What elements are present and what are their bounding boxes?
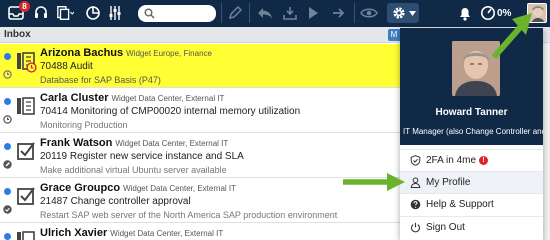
task-description: Restart SAP web server of the North Amer…: [40, 210, 338, 220]
menu-item-label: 2FA in 4me: [426, 155, 477, 166]
unread-dot: [4, 143, 11, 150]
status-check-icon: [3, 205, 12, 214]
status-dot-icon: [3, 70, 12, 79]
task-row[interactable]: Frank Watson Widget Data Center, External…: [0, 134, 400, 178]
unread-dot: [4, 53, 11, 60]
panel-tab[interactable]: M: [388, 29, 400, 41]
annotation-arrow-to-avatar: [491, 13, 532, 59]
gear-menu-button[interactable]: [387, 3, 419, 23]
next-arrow-icon[interactable]: [330, 4, 348, 22]
profile-name: Howard Tanner: [435, 107, 508, 118]
task-row[interactable]: Ulrich Xavier Widget Data Center, Externa…: [0, 224, 400, 240]
requester-name: Carla Cluster: [40, 92, 109, 104]
top-toolbar: 8 0%: [0, 0, 550, 27]
search-icon: [144, 8, 155, 19]
toolbar-separator: [221, 3, 222, 23]
settings-sliders-icon[interactable]: [106, 4, 124, 22]
task-row[interactable]: Grace Groupco Widget Data Center, Externa…: [0, 179, 400, 223]
status-clock-icon: [3, 115, 12, 124]
pencil-edit-icon[interactable]: [226, 4, 244, 22]
task-subject: 70414 Monitoring of CMP00020 internal me…: [40, 106, 301, 117]
annotation-arrow-to-my-profile: [343, 173, 405, 191]
requester-name: Frank Watson: [40, 137, 113, 149]
search-input[interactable]: [138, 5, 216, 22]
menu-item-my-profile[interactable]: My Profile: [400, 171, 543, 193]
unread-dot: [4, 188, 11, 195]
task-server-icon: [17, 231, 35, 240]
analytics-pie-icon[interactable]: [84, 4, 102, 22]
task-row[interactable]: Carla Cluster Widget Data Center, Externa…: [0, 89, 400, 133]
task-description: Monitoring Production: [40, 120, 128, 130]
profile-role: IT Manager (also Change Controller and O…: [403, 127, 543, 136]
overdue-clock-icon: [26, 62, 37, 73]
requester-org: Widget Europe, Finance: [126, 49, 212, 58]
new-document-dropdown-icon[interactable]: [56, 4, 74, 22]
task-subject: 20119 Register new service instance and …: [40, 151, 244, 162]
status-pencil-icon: [3, 160, 12, 169]
task-description: Database for SAP Basis (P47): [40, 75, 161, 85]
gear-icon: [393, 7, 405, 19]
requester-org: Widget Data Center, External IT: [123, 184, 237, 193]
menu-item-label: Help & Support: [426, 199, 494, 210]
requester-name: Ulrich Xavier: [40, 227, 108, 239]
requester-org: Widget Data Center, External IT: [115, 139, 229, 148]
power-icon: [411, 222, 420, 233]
task-description: Make additional virtual Ubuntu server av…: [40, 165, 227, 175]
requester-name: Grace Groupco: [40, 182, 121, 194]
inbox-title: Inbox: [4, 29, 31, 40]
menu-item-label: My Profile: [426, 177, 471, 188]
requester-org: Widget Data Center, External IT: [110, 229, 224, 238]
toolbar-separator: [354, 3, 355, 23]
menu-item-2fa[interactable]: 2FA in 4me !: [400, 149, 543, 171]
eye-icon[interactable]: [360, 4, 378, 22]
requester-org: Widget Data Center, External IT: [111, 94, 225, 103]
download-tray-icon[interactable]: [281, 4, 299, 22]
task-checkbox-icon: [17, 142, 35, 160]
requester-name: Arizona Bachus: [40, 47, 124, 59]
toolbar-separator: [249, 3, 250, 23]
inbox-icon[interactable]: 8: [7, 1, 30, 22]
play-forward-icon[interactable]: [304, 4, 322, 22]
shield-check-icon: [410, 155, 421, 166]
person-icon: [410, 177, 421, 188]
question-circle-icon: [410, 199, 421, 210]
unread-dot: [4, 98, 11, 105]
task-server-icon: [17, 97, 35, 115]
inbox-count-badge: 8: [19, 1, 30, 12]
unread-dot: [4, 233, 11, 240]
bell-notification-icon[interactable]: [456, 4, 474, 22]
task-row[interactable]: Arizona Bachus Widget Europe, Finance 704…: [0, 44, 400, 88]
alert-badge: !: [479, 156, 489, 165]
menu-item-help[interactable]: Help & Support: [400, 193, 543, 215]
task-checkbox-icon: [17, 187, 35, 205]
menu-item-label: Sign Out: [426, 222, 465, 233]
chevron-down-icon: [409, 11, 416, 16]
headset-icon[interactable]: [32, 4, 50, 22]
task-subject: 70488 Audit: [40, 61, 93, 72]
task-subject: 21487 Change controller approval: [40, 196, 191, 207]
menu-item-sign-out[interactable]: Sign Out: [400, 216, 543, 238]
reply-arrow-icon[interactable]: [256, 4, 274, 22]
